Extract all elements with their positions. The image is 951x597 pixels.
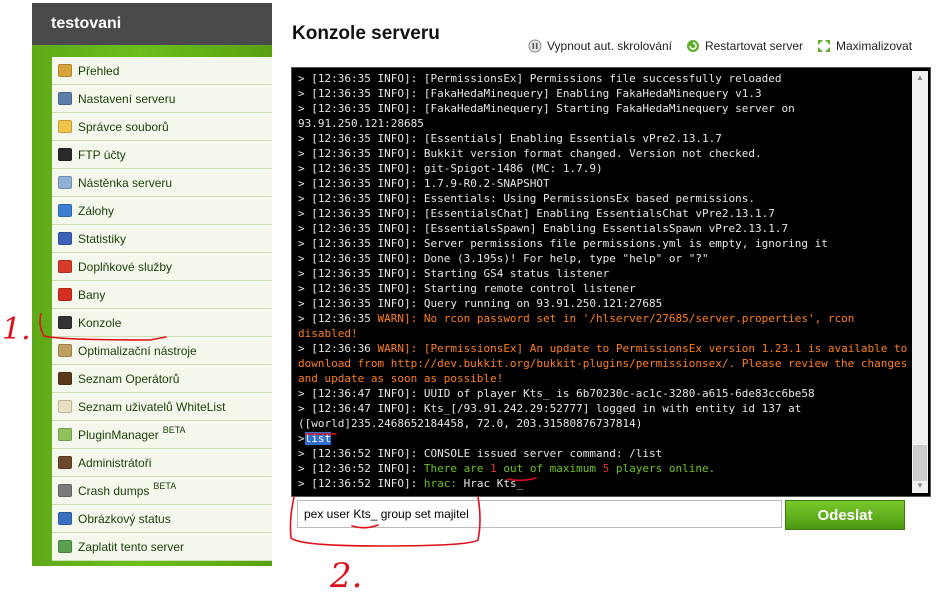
annotation-underline-kts — [507, 477, 537, 482]
annotation-underline-konzole — [39, 313, 167, 341]
annotation-underline-input-kts — [351, 524, 379, 529]
annotation-mark-1: 1. — [2, 312, 31, 347]
annotation-mark-2: 2. — [330, 556, 363, 596]
annotation-overlay — [39, 313, 537, 547]
annotation-bracket-input — [289, 496, 481, 547]
